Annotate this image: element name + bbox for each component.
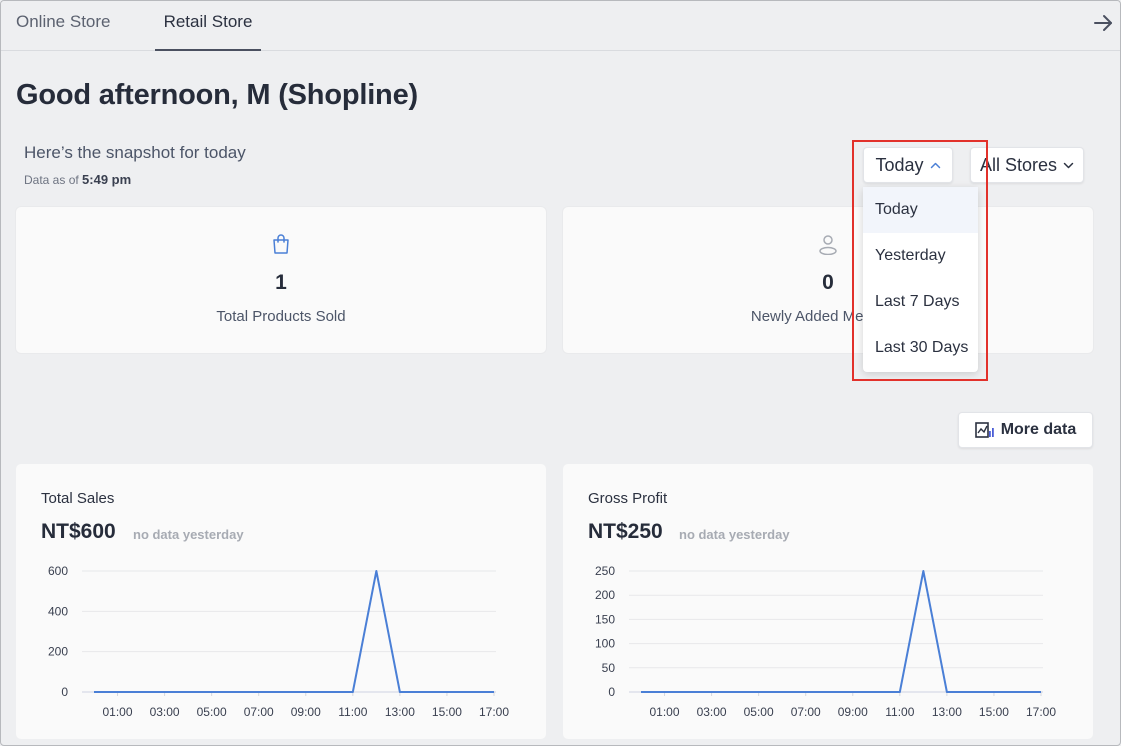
bar-chart-icon <box>974 422 994 438</box>
x-tick-label: 07:00 <box>791 705 821 719</box>
series-line <box>94 570 494 693</box>
arrow-right-icon[interactable] <box>1092 12 1114 34</box>
x-tick-label: 07:00 <box>244 705 274 719</box>
y-tick-label: 600 <box>48 564 68 578</box>
y-tick-label: 50 <box>602 661 616 675</box>
snapshot-time-prefix: Data as of <box>24 173 79 187</box>
chevron-up-icon <box>930 162 940 168</box>
period-select-label: Today <box>875 154 924 175</box>
chart-title: Total Sales <box>41 490 115 507</box>
stat-card-products-sold: 1 Total Products Sold <box>16 207 546 353</box>
period-option-yesterday[interactable]: Yesterday <box>863 233 978 279</box>
store-select[interactable]: All Stores <box>970 147 1084 183</box>
chevron-down-icon <box>1063 162 1074 168</box>
tab-online-store[interactable]: Online Store <box>16 1 116 51</box>
snapshot-time-value: 5:49 pm <box>82 172 132 187</box>
chart-title: Gross Profit <box>588 490 668 507</box>
x-tick-label: 03:00 <box>697 705 727 719</box>
total-sales-chart: 0 200 400 600 01:00 03:00 05:00 07:00 09:00 11:00… <box>48 564 509 719</box>
x-tick-label: 05:00 <box>197 705 227 719</box>
x-tick-label: 13:00 <box>932 705 962 719</box>
x-tick-label: 17:00 <box>1026 705 1056 719</box>
period-option-last-30-days[interactable]: Last 30 Days <box>863 325 978 371</box>
x-tick-label: 05:00 <box>744 705 774 719</box>
stat-value: 1 <box>275 271 287 294</box>
store-select-label: All Stores <box>979 154 1058 175</box>
period-option-today[interactable]: Today <box>863 187 978 233</box>
more-data-label: More data <box>1000 421 1077 438</box>
x-tick-label: 17:00 <box>479 705 509 719</box>
stat-value: 0 <box>822 271 834 294</box>
y-tick-label: 200 <box>595 588 615 602</box>
series-line <box>641 570 1041 693</box>
stat-card-new-members: 0 Newly Added Members <box>563 207 1093 353</box>
y-tick-label: 150 <box>595 612 615 626</box>
x-tick-label: 13:00 <box>385 705 415 719</box>
stat-label: Newly Added Members <box>750 308 906 325</box>
store-tabs: Online Store Retail Store <box>1 1 1120 51</box>
x-tick-label: 15:00 <box>432 705 462 719</box>
x-tick-label: 01:00 <box>650 705 680 719</box>
gross-profit-chart: 0 50 100 150 200 250 01:00 03:00 05:00 07:00 09:00… <box>595 564 1056 719</box>
x-tick-label: 11:00 <box>338 705 367 719</box>
period-dropdown-menu: Today Yesterday Last 7 Days Last 30 Days <box>863 187 978 372</box>
chart-note: no data yesterday <box>679 527 790 542</box>
x-tick-label: 15:00 <box>979 705 1009 719</box>
period-select[interactable]: Today <box>863 147 953 183</box>
x-tick-label: 01:00 <box>103 705 133 719</box>
snapshot-time: Data as of 5:49 pm <box>24 172 131 187</box>
x-tick-label: 11:00 <box>885 705 914 719</box>
snapshot-title: Here’s the snapshot for today <box>24 143 246 162</box>
x-tick-label: 09:00 <box>838 705 868 719</box>
page-title: Good afternoon, M (Shopline) <box>16 79 418 111</box>
period-option-last-7-days[interactable]: Last 7 Days <box>863 279 978 325</box>
shopping-bag-icon <box>273 234 289 254</box>
tab-retail-store[interactable]: Retail Store <box>155 1 261 51</box>
y-tick-label: 0 <box>61 685 68 699</box>
y-tick-label: 200 <box>48 645 68 659</box>
chart-card-gross-profit: Gross Profit NT$250 no data yesterday 05… <box>563 464 1093 739</box>
y-tick-label: 100 <box>595 637 615 651</box>
chart-card-total-sales: Total Sales NT$600 no data yesterday 0 20… <box>16 464 546 739</box>
more-data-button[interactable]: More data <box>958 412 1093 448</box>
app-frame: Online Store Retail Store Good afternoon… <box>0 0 1121 746</box>
chart-amount: NT$250 <box>588 520 663 543</box>
stat-label: Total Products Sold <box>216 308 346 325</box>
chart-note: no data yesterday <box>133 527 244 542</box>
chart-amount: NT$600 <box>41 520 116 543</box>
x-tick-label: 03:00 <box>150 705 180 719</box>
y-tick-label: 400 <box>48 604 68 618</box>
y-tick-label: 250 <box>595 564 615 578</box>
person-icon <box>819 235 837 255</box>
x-tick-label: 09:00 <box>291 705 321 719</box>
y-tick-label: 0 <box>608 685 615 699</box>
